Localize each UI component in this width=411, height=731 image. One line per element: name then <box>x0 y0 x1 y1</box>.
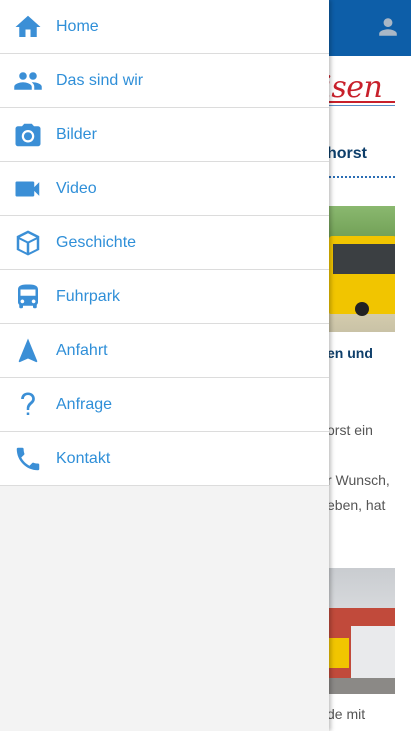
menu-item-label: Das sind wir <box>56 71 144 89</box>
camera-icon <box>0 108 56 162</box>
paragraph-line: r Wunsch, <box>327 472 390 488</box>
menu-item-home[interactable]: Home <box>0 0 329 54</box>
paragraph-line: eben, hat <box>327 497 386 513</box>
home-icon <box>0 0 56 54</box>
menu-item-label: Home <box>56 17 99 35</box>
paragraph-line: orst ein <box>327 422 373 438</box>
menu-item-video[interactable]: Video <box>0 162 329 216</box>
depot-photo[interactable] <box>329 568 395 694</box>
navigation-drawer: Home Das sind wir Bilder Video Geschicht <box>0 0 329 731</box>
menu-item-label: Anfahrt <box>56 341 108 359</box>
dotted-divider <box>329 176 395 178</box>
section-title: horst <box>327 145 367 162</box>
subheading: en und <box>327 345 373 361</box>
brand-logo: eisen <box>329 64 411 104</box>
ground <box>329 678 395 694</box>
bus-window <box>333 244 395 274</box>
menu-item-geschichte[interactable]: Geschichte <box>0 216 329 270</box>
menu-item-label: Anfrage <box>56 395 113 413</box>
menu-item-label: Video <box>56 179 97 197</box>
logo-underline-blue <box>329 105 395 106</box>
drawer-menu: Home Das sind wir Bilder Video Geschicht <box>0 0 329 486</box>
bus-wheel <box>355 302 369 316</box>
paragraph-line: de mit <box>327 706 366 722</box>
phone-icon <box>0 432 56 486</box>
user-account-button[interactable] <box>373 12 403 42</box>
bus-shape <box>329 638 349 668</box>
menu-item-bilder[interactable]: Bilder <box>0 108 329 162</box>
people-icon <box>0 54 56 108</box>
navigation-icon <box>0 324 56 378</box>
menu-item-label: Geschichte <box>56 233 137 251</box>
bus-icon <box>0 270 56 324</box>
menu-item-fuhrpark[interactable]: Fuhrpark <box>0 270 329 324</box>
logo-underline-red <box>329 101 395 103</box>
menu-item-kontakt[interactable]: Kontakt <box>0 432 329 486</box>
menu-item-label: Bilder <box>56 125 97 143</box>
brand-logo-text: eisen <box>329 70 383 104</box>
depot-door <box>351 626 395 678</box>
menu-item-das-sind-wir[interactable]: Das sind wir <box>0 54 329 108</box>
menu-item-label: Fuhrpark <box>56 287 121 305</box>
menu-item-anfahrt[interactable]: Anfahrt <box>0 324 329 378</box>
question-icon <box>0 378 56 432</box>
menu-item-anfrage[interactable]: Anfrage <box>0 378 329 432</box>
user-icon <box>379 18 397 36</box>
cube-icon <box>0 216 56 270</box>
video-icon <box>0 162 56 216</box>
bus-photo[interactable] <box>329 206 395 332</box>
menu-item-label: Kontakt <box>56 449 111 467</box>
